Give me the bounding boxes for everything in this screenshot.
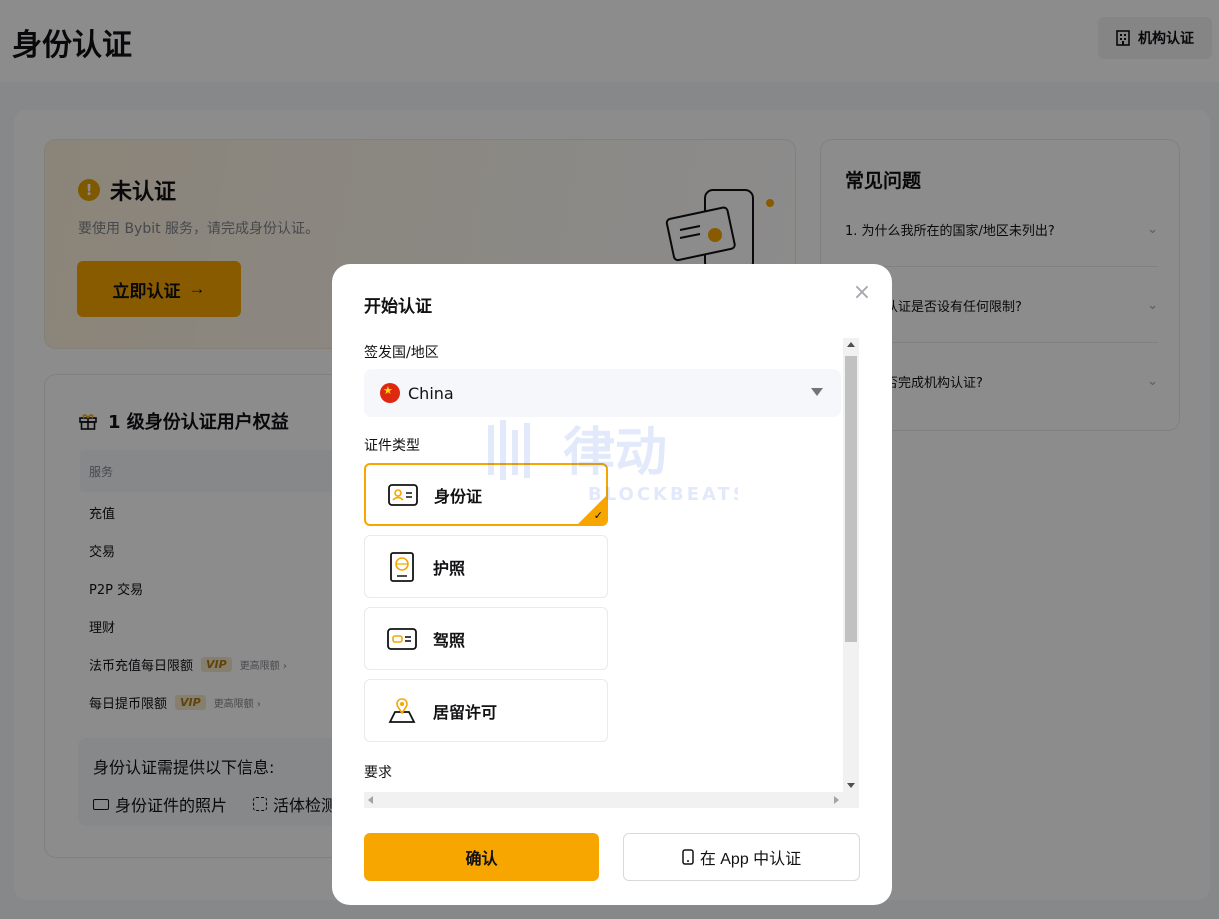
requirements-label: 要求 xyxy=(364,765,392,781)
residence-permit-icon xyxy=(387,696,417,726)
scroll-up-icon[interactable] xyxy=(847,342,855,347)
scroll-left-icon[interactable] xyxy=(368,796,373,804)
modal-title: 开始认证 xyxy=(364,297,432,317)
verify-in-app-button[interactable]: 在 App 中认证 xyxy=(623,833,860,881)
scroll-right-icon[interactable] xyxy=(834,796,839,804)
doc-type-label: 证件类型 xyxy=(364,438,420,454)
doc-option-residence-permit[interactable]: 居留许可 xyxy=(364,679,608,742)
close-icon[interactable]: × xyxy=(850,282,874,306)
country-select[interactable]: China xyxy=(364,369,841,417)
check-icon: ✓ xyxy=(593,509,603,522)
scrollbar-thumb[interactable] xyxy=(845,356,857,642)
country-value: China xyxy=(408,383,454,403)
drivers-license-icon xyxy=(387,624,417,654)
vertical-scrollbar[interactable] xyxy=(843,338,859,808)
phone-icon xyxy=(682,849,694,865)
china-flag-icon xyxy=(380,383,400,403)
dropdown-arrow-icon xyxy=(811,388,823,396)
confirm-button[interactable]: 确认 xyxy=(364,833,599,881)
doc-option-label: 护照 xyxy=(433,558,466,578)
doc-option-label: 身份证 xyxy=(434,486,483,506)
country-label: 签发国/地区 xyxy=(364,345,439,361)
doc-option-label: 驾照 xyxy=(433,630,466,650)
doc-option-id-card[interactable]: 身份证 ✓ xyxy=(364,463,608,526)
doc-option-label: 居留许可 xyxy=(433,702,498,722)
doc-option-drivers-license[interactable]: 驾照 xyxy=(364,607,608,670)
passport-icon xyxy=(387,551,417,582)
verify-in-app-label: 在 App 中认证 xyxy=(699,851,802,868)
id-card-icon xyxy=(388,480,418,510)
scroll-down-icon[interactable] xyxy=(847,783,855,788)
horizontal-scrollbar[interactable] xyxy=(364,792,843,808)
doc-option-passport[interactable]: 护照 xyxy=(364,535,608,598)
start-verification-modal: 开始认证 × 签发国/地区 China 证件类型 身份证 ✓ 护照 驾照 居留许… xyxy=(332,264,892,905)
